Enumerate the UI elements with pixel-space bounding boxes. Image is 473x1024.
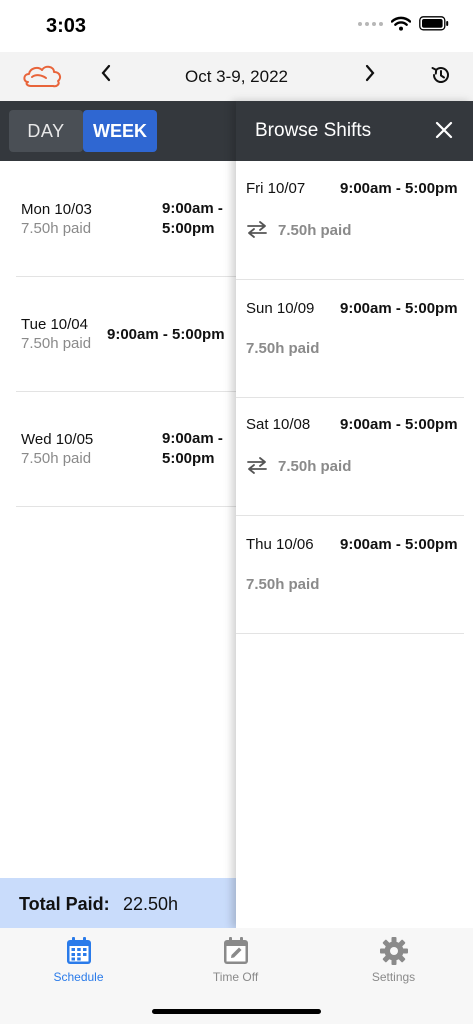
tab-schedule[interactable]: Schedule	[0, 936, 157, 984]
schedule-row[interactable]: Wed 10/05 7.50h paid 9:00am - 5:00pm	[16, 391, 236, 507]
browse-shift-row[interactable]: Sun 10/09 9:00am - 5:00pm 7.50h paid	[236, 279, 464, 398]
schedule-list: DAY WEEK Mon 10/03 7.50h paid 9:00am - 5…	[0, 101, 236, 928]
shift-date: Sun 10/09	[246, 300, 315, 317]
browse-shifts-header: Browse Shifts	[236, 101, 473, 161]
browse-shifts-panel: Browse Shifts Fri 10/07 9:00am - 5:00pm …	[236, 101, 473, 928]
status-time: 3:03	[46, 15, 87, 37]
shift-time: 9:00am - 5:00pm	[340, 536, 458, 553]
tab-time-off[interactable]: Time Off	[157, 936, 314, 984]
shift-date: Sat 10/08	[246, 416, 311, 433]
shift-date: Mon 10/03	[21, 201, 92, 218]
signal-icon	[358, 21, 383, 26]
browse-shifts-title: Browse Shifts	[255, 120, 372, 141]
shift-paid: 7.50h paid	[21, 220, 92, 237]
shift-paid: 7.50h paid	[21, 335, 92, 352]
shift-time: 9:00am - 5:00pm	[340, 180, 458, 197]
tab-label: Settings	[371, 970, 416, 984]
browse-shift-row[interactable]: Fri 10/07 9:00am - 5:00pm 7.50h paid	[236, 161, 464, 280]
tab-label: Time Off	[212, 970, 259, 984]
browse-shift-row[interactable]: Sat 10/08 9:00am - 5:00pm 7.50h paid	[236, 397, 464, 516]
shift-time: 9:00am - 5:00pm	[340, 300, 458, 317]
shift-date: Wed 10/05	[21, 431, 94, 448]
wifi-icon	[391, 16, 411, 31]
week-navigation-bar: Oct 3-9, 2022	[0, 52, 473, 101]
close-icon[interactable]	[434, 120, 454, 140]
swap-icon	[247, 221, 267, 238]
status-bar: 3:03	[0, 0, 473, 52]
browse-shift-row[interactable]: Thu 10/06 9:00am - 5:00pm 7.50h paid	[236, 515, 464, 634]
calendar-edit-icon	[223, 937, 248, 964]
total-paid-bar: Total Paid: 22.50h	[0, 878, 236, 928]
shift-date: Tue 10/04	[21, 316, 88, 333]
status-icons	[358, 16, 449, 31]
schedule-row[interactable]: Tue 10/04 7.50h paid 9:00am - 5:00pm	[16, 276, 236, 392]
shift-time: 9:00am - 5:00pm	[107, 326, 225, 343]
schedule-row[interactable]: Mon 10/03 7.50h paid 9:00am - 5:00pm	[16, 161, 236, 277]
history-icon[interactable]	[430, 64, 452, 86]
home-indicator	[152, 1009, 321, 1014]
shift-paid: 7.50h paid	[21, 450, 92, 467]
shift-paid: 7.50h paid	[246, 340, 320, 357]
week-title: Oct 3-9, 2022	[184, 67, 288, 86]
chevron-right-icon	[365, 64, 375, 82]
tab-settings[interactable]: Settings	[315, 936, 472, 984]
shift-paid: 7.50h paid	[278, 458, 352, 475]
calendar-icon	[66, 937, 91, 964]
view-toggle-bar: DAY WEEK	[0, 101, 236, 161]
battery-icon	[419, 16, 449, 31]
week-view-button[interactable]: WEEK	[83, 110, 157, 152]
day-view-button[interactable]: DAY	[9, 110, 83, 152]
tab-label: Schedule	[53, 970, 104, 984]
total-paid-label: Total Paid:	[19, 894, 110, 914]
shift-paid: 7.50h paid	[246, 576, 320, 593]
shift-date: Fri 10/07	[246, 180, 306, 197]
shift-time: 9:00am - 5:00pm	[340, 416, 458, 433]
shift-time: 9:00am - 5:00pm	[162, 430, 223, 467]
total-paid-value: 22.50h	[123, 894, 179, 914]
gear-icon	[379, 937, 408, 965]
shift-paid: 7.50h paid	[278, 222, 352, 239]
swap-icon	[247, 457, 267, 474]
shift-date: Thu 10/06	[246, 536, 314, 553]
next-week-button[interactable]	[360, 63, 380, 89]
shift-time: 9:00am - 5:00pm	[162, 200, 223, 237]
